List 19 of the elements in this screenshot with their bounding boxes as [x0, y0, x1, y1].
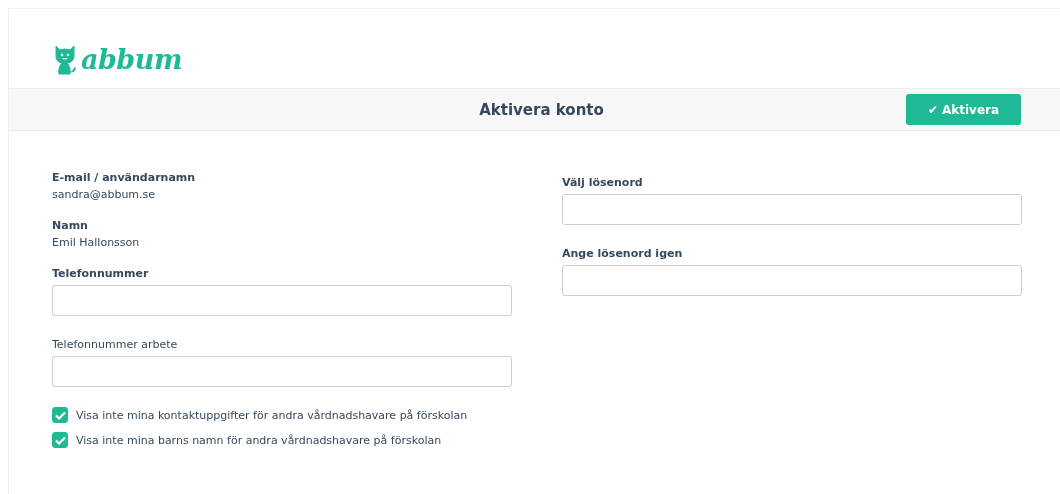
logo-text: abbum	[81, 44, 182, 75]
field-value: Emil Hallonsson	[52, 236, 141, 249]
page-title: Aktivera konto	[479, 100, 604, 119]
input-field[interactable]	[562, 265, 1022, 296]
field-label: Telefonnummer	[52, 267, 149, 280]
checkbox[interactable]	[52, 432, 68, 448]
checkbox-option[interactable]: Visa inte mina kontaktuppgifter för andra vårdnadshavare på förskolan	[52, 407, 512, 423]
input-field[interactable]	[52, 285, 512, 316]
cat-icon	[53, 44, 77, 75]
field-label: Namn	[52, 219, 89, 232]
checkbox[interactable]	[52, 407, 68, 423]
field-label: Välj lösenord	[562, 176, 643, 189]
field-label: Ange lösenord igen	[562, 247, 683, 260]
field-label: Telefonnummer arbete	[52, 338, 178, 351]
input-field[interactable]	[562, 194, 1022, 225]
field-value: sandra@abbum.se	[52, 188, 157, 201]
field-label: E-mail / användarnamn	[52, 171, 197, 184]
checkbox-option[interactable]: Visa inte mina barns namn för andra vårdnadshavare på förskolan	[52, 432, 512, 448]
input-field[interactable]	[52, 356, 512, 387]
